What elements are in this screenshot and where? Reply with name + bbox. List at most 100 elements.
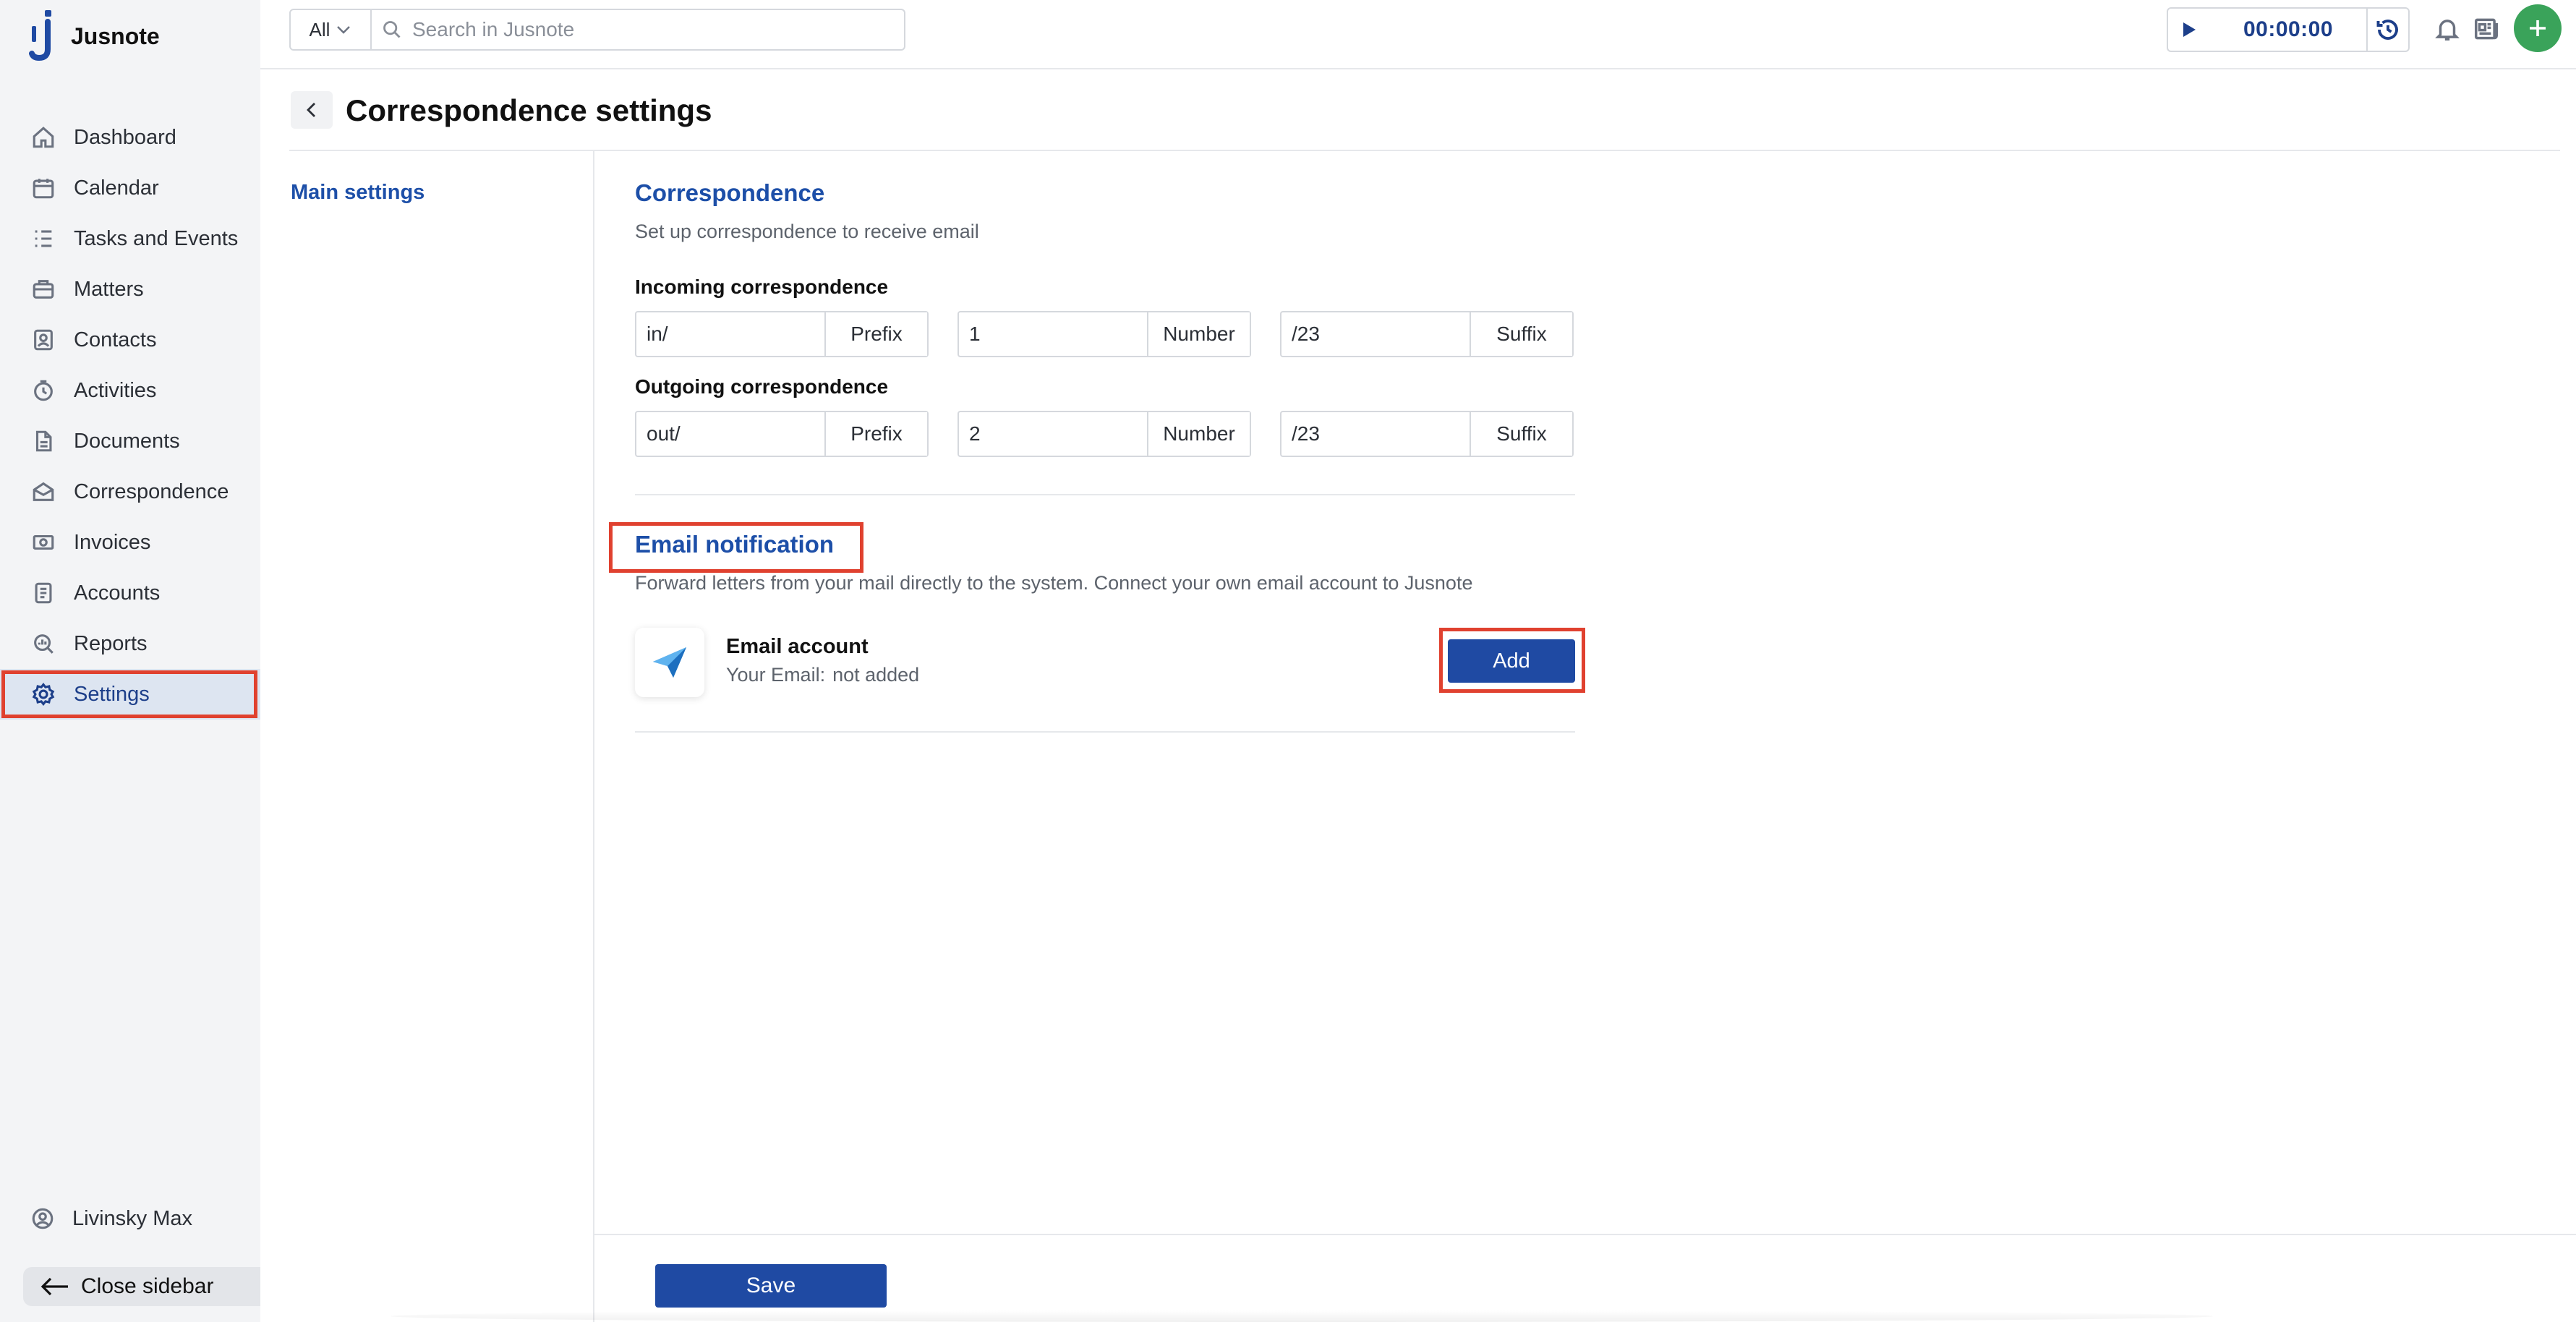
sidebar-item-accounts[interactable]: Accounts	[0, 568, 260, 618]
sidebar-item-tasks-and-events[interactable]: Tasks and Events	[0, 213, 260, 264]
sidebar-item-label: Tasks and Events	[74, 226, 239, 250]
incoming-correspondence-label: Incoming correspondence	[635, 276, 889, 298]
topbar: All 00:00:00	[260, 0, 2576, 69]
contacts-icon	[30, 327, 56, 353]
clock-history-icon	[2376, 20, 2398, 40]
sidebar-item-matters[interactable]: Matters	[0, 264, 260, 315]
plus-icon	[2530, 20, 2546, 36]
notifications-button[interactable]	[2431, 13, 2463, 45]
correspondence-icon	[30, 479, 56, 505]
back-button[interactable]	[291, 91, 333, 129]
email-account-value: not added	[832, 664, 920, 686]
search-icon	[383, 21, 401, 38]
email-account-status: Your Email: not added	[726, 664, 926, 686]
incoming-prefix-field[interactable]: in/ Prefix	[635, 311, 929, 357]
timer-play-button[interactable]	[2168, 9, 2210, 51]
sidebar-item-contacts[interactable]: Contacts	[0, 315, 260, 365]
outgoing-number-field[interactable]: 2 Number	[958, 411, 1251, 457]
timer-display: 00:00:00	[2210, 9, 2368, 51]
incoming-prefix-value[interactable]: in/	[636, 312, 826, 356]
chevron-left-icon	[307, 103, 315, 117]
user-name: Livinsky Max	[72, 1206, 192, 1230]
home-icon	[30, 124, 56, 150]
user-avatar-icon	[32, 1208, 54, 1229]
email-account-logo	[635, 628, 704, 697]
incoming-number-field[interactable]: 1 Number	[958, 311, 1251, 357]
gear-icon	[30, 681, 56, 707]
footer-shadow	[391, 1310, 2213, 1322]
sidebar-item-label: Reports	[74, 631, 148, 655]
incoming-number-value[interactable]: 1	[959, 312, 1148, 356]
sidebar-item-documents[interactable]: Documents	[0, 416, 260, 466]
section-divider	[635, 731, 1575, 733]
sidebar-item-label: Invoices	[74, 530, 151, 554]
user-profile[interactable]: Livinsky Max	[30, 1206, 192, 1231]
outgoing-suffix-tag: Suffix	[1471, 412, 1572, 456]
outgoing-number-value[interactable]: 2	[959, 412, 1148, 456]
email-account-label: Your Email:	[726, 664, 826, 686]
sidebar-item-label: Settings	[74, 682, 150, 706]
incoming-suffix-tag: Suffix	[1471, 312, 1572, 356]
search-box	[370, 9, 905, 51]
sidebar-item-invoices[interactable]: Invoices	[0, 517, 260, 568]
save-button[interactable]: Save	[655, 1264, 887, 1308]
incoming-suffix-value[interactable]: /23	[1281, 312, 1471, 356]
sidebar-item-reports[interactable]: Reports	[0, 618, 260, 669]
documents-icon	[30, 428, 56, 454]
outgoing-number-tag: Number	[1148, 412, 1250, 456]
email-notification-title: Email notification	[635, 531, 835, 558]
section-divider	[635, 494, 1575, 495]
header-divider	[289, 150, 2560, 151]
sidebar-item-label: Correspondence	[74, 479, 229, 503]
accounts-icon	[30, 580, 56, 606]
incoming-suffix-field[interactable]: /23 Suffix	[1280, 311, 1574, 357]
sidebar-item-label: Activities	[74, 378, 157, 402]
subnav-main-settings[interactable]: Main settings	[291, 181, 425, 205]
timer-widget: 00:00:00	[2167, 7, 2410, 52]
sidebar-item-settings[interactable]: Settings	[0, 669, 260, 720]
outgoing-suffix-field[interactable]: /23 Suffix	[1280, 411, 1574, 457]
arrow-left-icon	[40, 1277, 68, 1296]
outgoing-prefix-field[interactable]: out/ Prefix	[635, 411, 929, 457]
briefcase-icon	[30, 276, 56, 302]
outgoing-correspondence-label: Outgoing correspondence	[635, 375, 889, 398]
add-email-account-button[interactable]: Add	[1448, 639, 1575, 683]
news-button[interactable]	[2470, 13, 2502, 45]
sidebar-item-label: Accounts	[74, 581, 161, 605]
close-sidebar-label: Close sidebar	[81, 1274, 214, 1298]
search-filter-value: All	[309, 18, 330, 40]
incoming-number-tag: Number	[1148, 312, 1250, 356]
email-notification-description: Forward letters from your mail directly …	[635, 572, 1473, 594]
search-filter-select[interactable]: All	[289, 9, 372, 51]
app-name: Jusnote	[71, 22, 160, 49]
correspondence-section-description: Set up correspondence to receive email	[635, 221, 979, 242]
sidebar-item-correspondence[interactable]: Correspondence	[0, 466, 260, 517]
incoming-prefix-tag: Prefix	[826, 312, 927, 356]
tasks-icon	[30, 226, 56, 252]
sidebar: Jusnote Dashboard Calendar Tasks and Eve…	[0, 0, 260, 1322]
reports-icon	[30, 631, 56, 657]
sidebar-item-activities[interactable]: Activities	[0, 365, 260, 416]
create-new-button[interactable]	[2514, 4, 2562, 52]
app-root: Jusnote Dashboard Calendar Tasks and Eve…	[0, 0, 2576, 1322]
logo[interactable]: Jusnote	[29, 10, 160, 62]
sidebar-item-calendar[interactable]: Calendar	[0, 163, 260, 213]
close-sidebar-button[interactable]: Close sidebar	[23, 1267, 260, 1306]
outgoing-suffix-value[interactable]: /23	[1281, 412, 1471, 456]
invoice-icon	[30, 529, 56, 555]
page-title: Correspondence settings	[346, 93, 712, 127]
outgoing-prefix-tag: Prefix	[826, 412, 927, 456]
sidebar-nav: Dashboard Calendar Tasks and Events Matt…	[0, 112, 260, 720]
sidebar-item-label: Dashboard	[74, 125, 176, 149]
activity-icon	[30, 378, 56, 404]
timer-history-button[interactable]	[2368, 9, 2408, 51]
search-input[interactable]	[412, 18, 875, 41]
sidebar-item-label: Calendar	[74, 176, 159, 200]
email-account-title: Email account	[726, 635, 869, 658]
jusnote-logo-icon	[29, 10, 61, 62]
sidebar-item-dashboard[interactable]: Dashboard	[0, 112, 260, 163]
news-icon	[2475, 18, 2498, 40]
outgoing-prefix-value[interactable]: out/	[636, 412, 826, 456]
sidebar-item-label: Matters	[74, 277, 144, 301]
calendar-icon	[30, 175, 56, 201]
